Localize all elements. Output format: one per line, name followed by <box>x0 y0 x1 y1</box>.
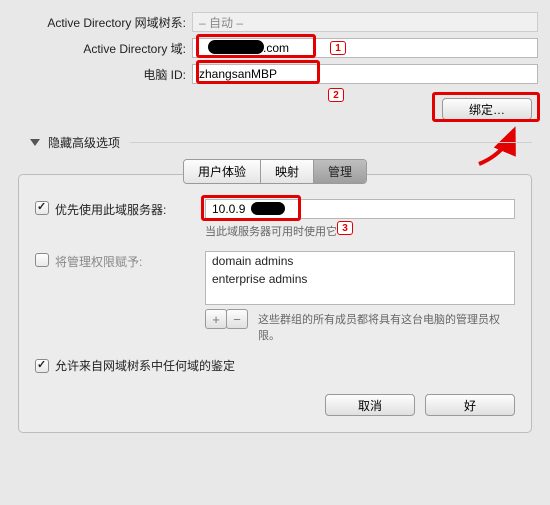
prefer-server-checkbox[interactable] <box>35 201 49 215</box>
list-item[interactable]: enterprise admins <box>206 270 514 288</box>
allow-any-label: 允许来自网域树系中任何域的鉴定 <box>55 357 235 374</box>
tab-admin[interactable]: 管理 <box>314 160 366 183</box>
tabs-bar: 用户体验 映射 管理 <box>18 159 532 184</box>
tab-map[interactable]: 映射 <box>261 160 314 183</box>
prefer-server-label: 优先使用此域服务器: <box>55 201 166 218</box>
list-item[interactable]: domain admins <box>206 252 514 270</box>
prefer-server-row: 优先使用此域服务器: <box>35 199 515 219</box>
disclosure-row[interactable]: 隐藏高级选项 <box>0 120 550 159</box>
grant-admin-row: 将管理权限赋予: domain admins enterprise admins <box>35 251 515 305</box>
forest-row: Active Directory 网域树系: <box>12 12 538 32</box>
bind-button[interactable]: 绑定… <box>442 98 532 120</box>
cancel-button[interactable]: 取消 <box>325 394 415 416</box>
badge-3: 3 <box>337 221 353 235</box>
bind-row: 绑定… <box>0 90 550 120</box>
admin-pane: 优先使用此域服务器: 当此域服务器可用时使用它 3 将管理权限赋予: domai… <box>18 174 532 433</box>
domain-input[interactable] <box>192 38 538 58</box>
computer-input[interactable] <box>192 64 538 84</box>
tab-segment: 用户体验 映射 管理 <box>183 159 367 184</box>
computer-label: 电脑 ID: <box>12 66 192 83</box>
ok-button[interactable]: 好 <box>425 394 515 416</box>
domain-row: Active Directory 域: 1 <box>12 38 538 58</box>
domain-label: Active Directory 域: <box>12 40 192 57</box>
allow-any-row: 允许来自网域树系中任何域的鉴定 <box>35 357 515 374</box>
grant-admin-label: 将管理权限赋予: <box>55 253 142 270</box>
prefer-server-hint: 当此域服务器可用时使用它 3 <box>205 223 515 239</box>
add-button[interactable]: + <box>205 309 227 329</box>
directory-form: Active Directory 网域树系: Active Directory … <box>0 0 550 84</box>
grant-admin-checkbox[interactable] <box>35 253 49 267</box>
computer-row: 电脑 ID: 2 <box>12 64 538 84</box>
group-hint: 这些群组的所有成员都将具有这台电脑的管理员权限。 <box>258 309 515 343</box>
prefer-server-input[interactable] <box>205 199 515 219</box>
forest-label: Active Directory 网域树系: <box>12 14 192 31</box>
divider <box>130 142 532 143</box>
remove-button[interactable]: − <box>226 309 248 329</box>
allow-any-checkbox[interactable] <box>35 359 49 373</box>
forest-input <box>192 12 538 32</box>
disclosure-triangle-icon <box>30 139 40 146</box>
disclosure-label: 隐藏高级选项 <box>48 134 120 151</box>
list-controls: + − 这些群组的所有成员都将具有这台电脑的管理员权限。 <box>205 309 515 343</box>
advanced-section: 用户体验 映射 管理 优先使用此域服务器: 当此域服务器可用时使用它 3 将管理… <box>0 159 550 433</box>
prefer-hint-text: 当此域服务器可用时使用它 <box>205 226 337 238</box>
admin-groups-list[interactable]: domain admins enterprise admins <box>205 251 515 305</box>
dialog-buttons: 取消 好 <box>35 394 515 416</box>
tab-ux[interactable]: 用户体验 <box>184 160 261 183</box>
